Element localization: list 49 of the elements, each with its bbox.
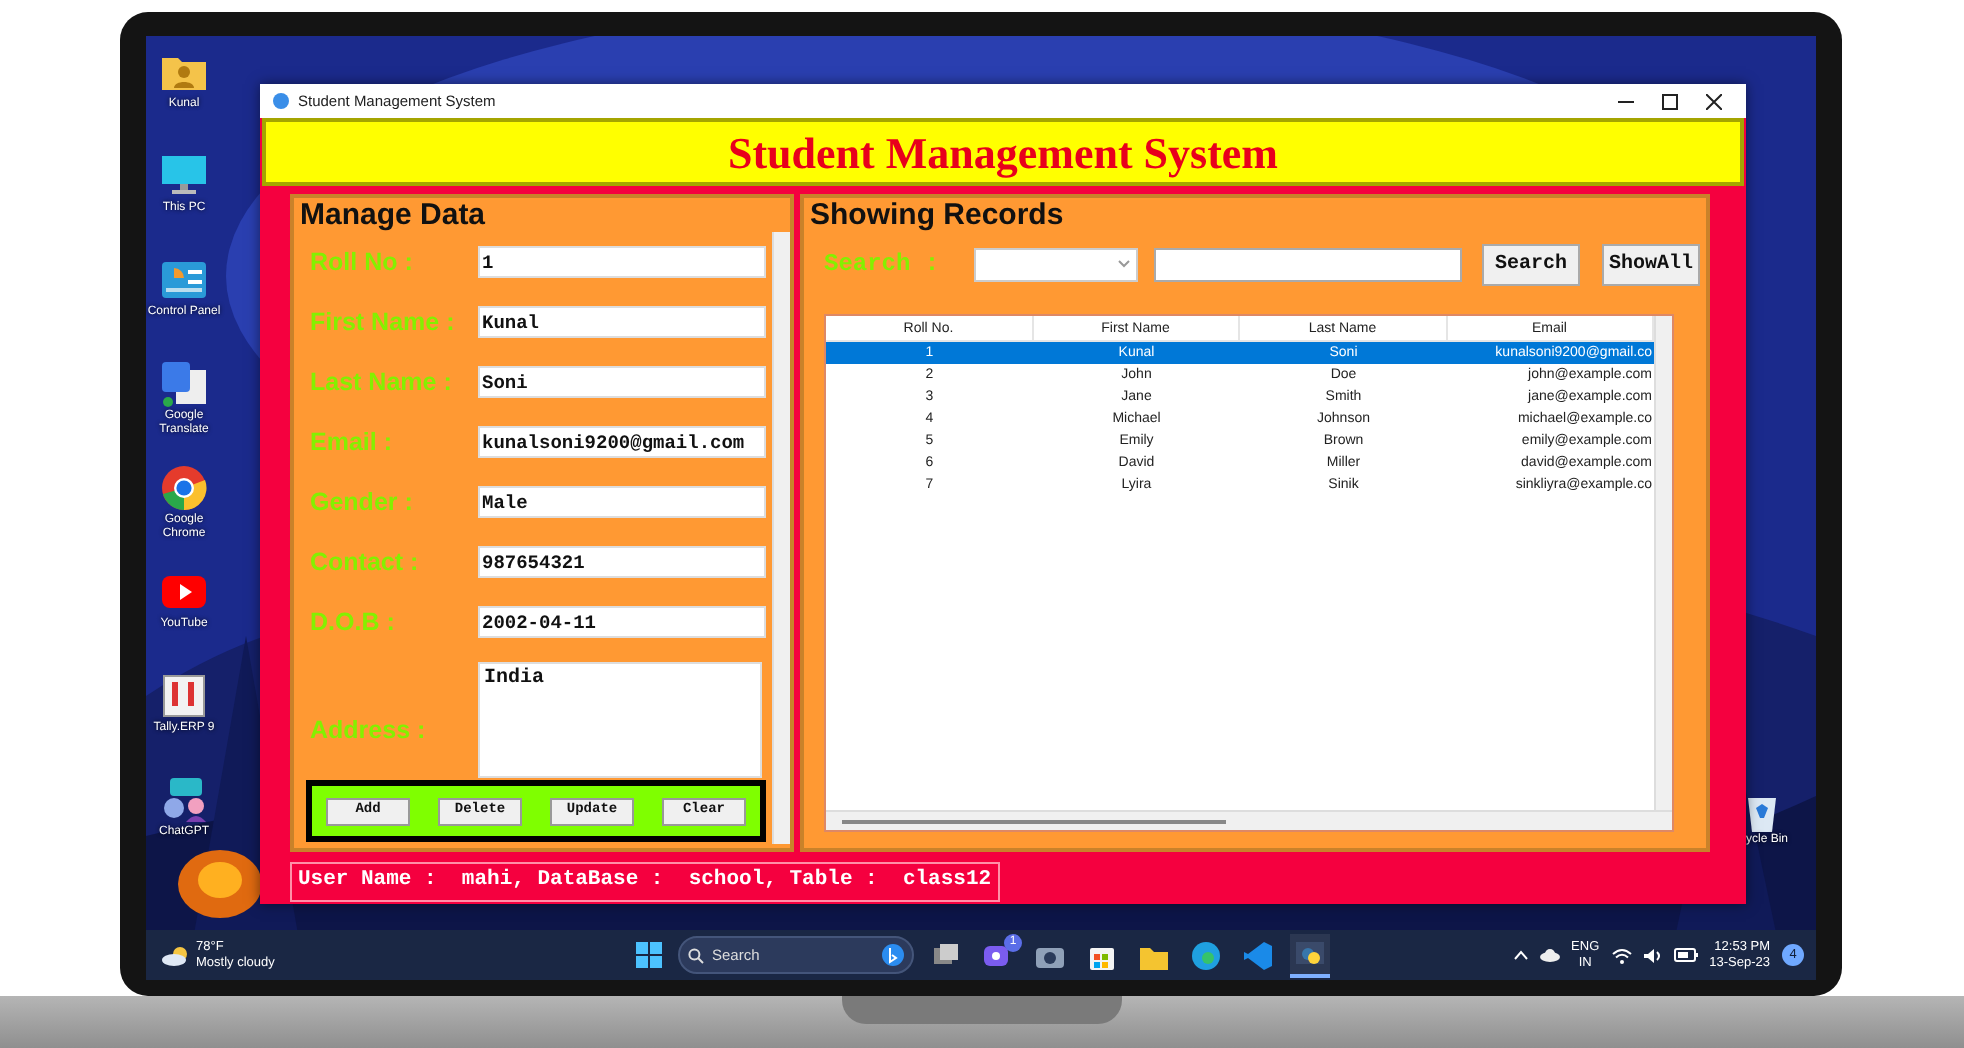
battery-icon	[1673, 948, 1698, 962]
taskbar-app[interactable]	[1290, 933, 1330, 977]
vertical-scrollbar[interactable]	[1654, 316, 1672, 810]
chevron-up-icon	[1513, 950, 1528, 960]
translate-icon	[158, 358, 210, 410]
chrome-icon	[158, 462, 210, 514]
horizontal-scrollbar[interactable]	[826, 810, 1672, 830]
chatbot-icon	[158, 774, 210, 826]
text-area[interactable]: India	[478, 662, 762, 778]
text-field[interactable]: 1	[478, 246, 766, 278]
wifi-icon	[1611, 947, 1632, 963]
panel-title: Showing Records	[808, 198, 1066, 232]
field-label: D.O.B :	[308, 605, 397, 640]
chevron-icon	[1118, 260, 1130, 268]
search-label: Search :	[824, 248, 942, 282]
bing-icon	[882, 944, 904, 966]
field-label: First Name :	[308, 305, 457, 340]
search-field[interactable]	[1154, 247, 1462, 281]
app-heading: Student Management System	[728, 125, 1278, 182]
book-icon	[158, 670, 210, 722]
field-label: Roll No :	[308, 245, 415, 280]
volume-icon	[1643, 947, 1662, 963]
cloud-icon	[162, 945, 190, 965]
field-label: Gender :	[308, 485, 415, 520]
field-label: Last Name :	[308, 365, 454, 400]
vertical-scrollbar[interactable]	[772, 232, 790, 844]
text-field[interactable]: kunalsoni9200@gmail.com	[478, 426, 766, 458]
text-field[interactable]: 2002-04-11	[478, 606, 766, 638]
recycle-bin-icon	[1746, 792, 1778, 832]
text-field[interactable]: Male	[478, 486, 766, 518]
search-button[interactable]: ShowAll	[1602, 243, 1700, 285]
cloud-icon	[1539, 948, 1560, 962]
text-field[interactable]: 987654321	[478, 546, 766, 578]
windows-logo-icon	[636, 942, 662, 968]
browser-icon	[1190, 939, 1222, 971]
app-icon	[272, 92, 290, 110]
maximize-icon	[1662, 93, 1678, 109]
panel-title: Manage Data	[298, 198, 488, 232]
text-field[interactable]: Kunal	[478, 306, 766, 338]
code-editor-icon	[1242, 939, 1274, 971]
search-icon	[688, 947, 704, 963]
status-label: User Name : mahi, DataBase : school, Table : class12	[290, 862, 1000, 902]
field-label: Email :	[308, 425, 394, 460]
field-label: Address :	[308, 714, 428, 748]
python-app-icon	[1294, 937, 1326, 969]
close-icon	[1706, 93, 1722, 109]
text-field[interactable]: Soni	[478, 366, 766, 398]
field-label: Contact :	[308, 545, 421, 580]
search-button[interactable]: Search	[1482, 243, 1580, 285]
